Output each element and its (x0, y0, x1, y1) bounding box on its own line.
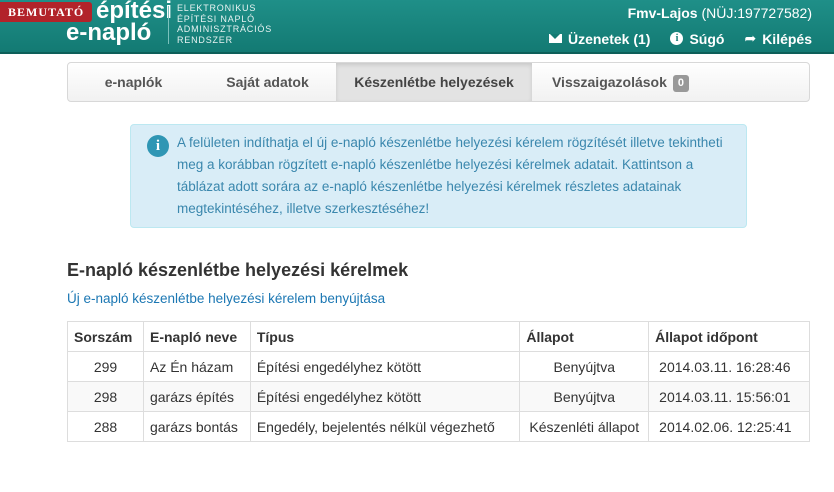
tab-visszaigazolasok[interactable]: Visszaigazolások 0 (532, 63, 709, 101)
user-info: Fmv-Lajos (NÜJ:197727582) (628, 5, 812, 21)
cell-type: Építési engedélyhez kötött (249, 381, 521, 412)
logo-divider (168, 6, 169, 44)
info-icon: i (147, 135, 169, 157)
logo-subtitle-line: ADMINISZTRÁCIÓS (177, 24, 273, 34)
cell-state: Benyújtva (519, 381, 650, 412)
logout-link[interactable]: ➦ Kilépés (744, 30, 812, 47)
messages-label: Üzenetek (1) (567, 30, 651, 47)
column-header[interactable]: Állapot időpont (648, 321, 810, 352)
logout-label: Kilépés (762, 30, 812, 47)
user-id: (NÜJ:197727582) (701, 5, 812, 21)
new-request-link[interactable]: Új e-napló készenlétbe helyezési kérelem… (67, 291, 385, 306)
cell-name: garázs építés (142, 381, 251, 412)
cell-name: garázs bontás (142, 411, 251, 442)
top-nav: Üzenetek (1) i Súgó ➦ Kilépés (548, 30, 812, 47)
main-tabs: e-naplók Saját adatok Készenlétbe helyez… (67, 62, 810, 102)
user-name: Fmv-Lajos (627, 5, 698, 21)
info-circle-icon: i (670, 32, 684, 45)
cell-state-time: 2014.03.11. 16:28:46 (648, 351, 810, 382)
table-row[interactable]: 298 garázs építés Építési engedélyhez kö… (67, 381, 810, 412)
tab-sajat-adatok[interactable]: Saját adatok (199, 63, 336, 101)
table-row[interactable]: 288 garázs bontás Engedély, bejelentés n… (67, 411, 810, 442)
logo-subtitle-line: ÉPÍTÉSI NAPLÓ (177, 13, 255, 24)
tab-label: Visszaigazolások (551, 74, 667, 90)
envelope-icon (548, 34, 562, 43)
cell-number: 299 (67, 351, 144, 382)
table-header-row: Sorszám E-napló neve Típus Állapot Állap… (67, 321, 810, 352)
cell-type: Engedély, bejelentés nélkül végezhető (249, 411, 521, 442)
cell-state-time: 2014.02.06. 12:25:41 (648, 411, 810, 442)
tab-enaplok[interactable]: e-naplók (68, 63, 199, 101)
logo-line-2: e-napló (66, 19, 152, 46)
share-arrow-icon: ➦ (744, 30, 757, 46)
info-text: A felületen indíthatja el új e-napló kés… (177, 135, 723, 216)
tab-keszenletbe-helyezesek[interactable]: Készenlétbe helyezések (336, 63, 532, 101)
cell-type: Építési engedélyhez kötött (249, 351, 521, 382)
logo-subtitle-line: ELEKTRONIKUS (177, 3, 257, 13)
cell-number: 298 (67, 381, 144, 412)
logo-subtitle-line: RENDSZER (177, 34, 233, 45)
messages-link[interactable]: Üzenetek (1) (548, 30, 651, 47)
cell-state: Benyújtva (519, 351, 650, 382)
logo-subtitle: ELEKTRONIKUS ÉPÍTÉSI NAPLÓ ADMINISZTRÁCI… (177, 3, 272, 45)
help-label: Súgó (689, 30, 725, 47)
demo-badge: BEMUTATÓ (0, 2, 93, 22)
column-header[interactable]: E-napló neve (142, 321, 251, 352)
cell-number: 288 (67, 411, 144, 442)
section-title: E-napló készenlétbe helyezési kérelmek (67, 260, 409, 280)
cell-state: Készenléti állapot (519, 411, 650, 442)
count-badge: 0 (672, 75, 690, 92)
help-link[interactable]: i Súgó (670, 30, 724, 47)
cell-state-time: 2014.03.11. 15:56:01 (648, 381, 810, 412)
column-header[interactable]: Állapot (519, 321, 650, 352)
column-header[interactable]: Sorszám (67, 321, 144, 352)
table-row[interactable]: 299 Az Én házam Építési engedélyhez kötö… (67, 351, 810, 382)
requests-table: Sorszám E-napló neve Típus Állapot Állap… (67, 321, 810, 442)
top-header: BEMUTATÓ építési e-napló ELEKTRONIKUS ÉP… (0, 0, 834, 54)
cell-name: Az Én házam (142, 351, 251, 382)
info-alert: i A felületen indíthatja el új e-napló k… (130, 124, 747, 228)
column-header[interactable]: Típus (249, 321, 521, 352)
